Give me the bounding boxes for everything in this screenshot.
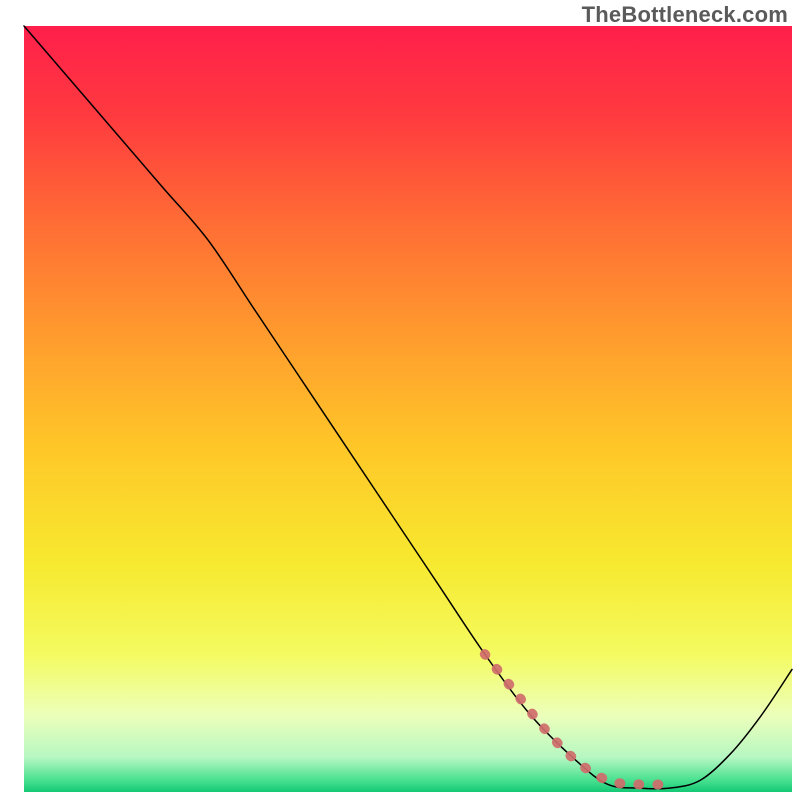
chart-svg	[0, 0, 800, 800]
chart-container: TheBottleneck.com	[0, 0, 800, 800]
chart-background	[24, 26, 792, 792]
watermark-text: TheBottleneck.com	[582, 2, 788, 28]
